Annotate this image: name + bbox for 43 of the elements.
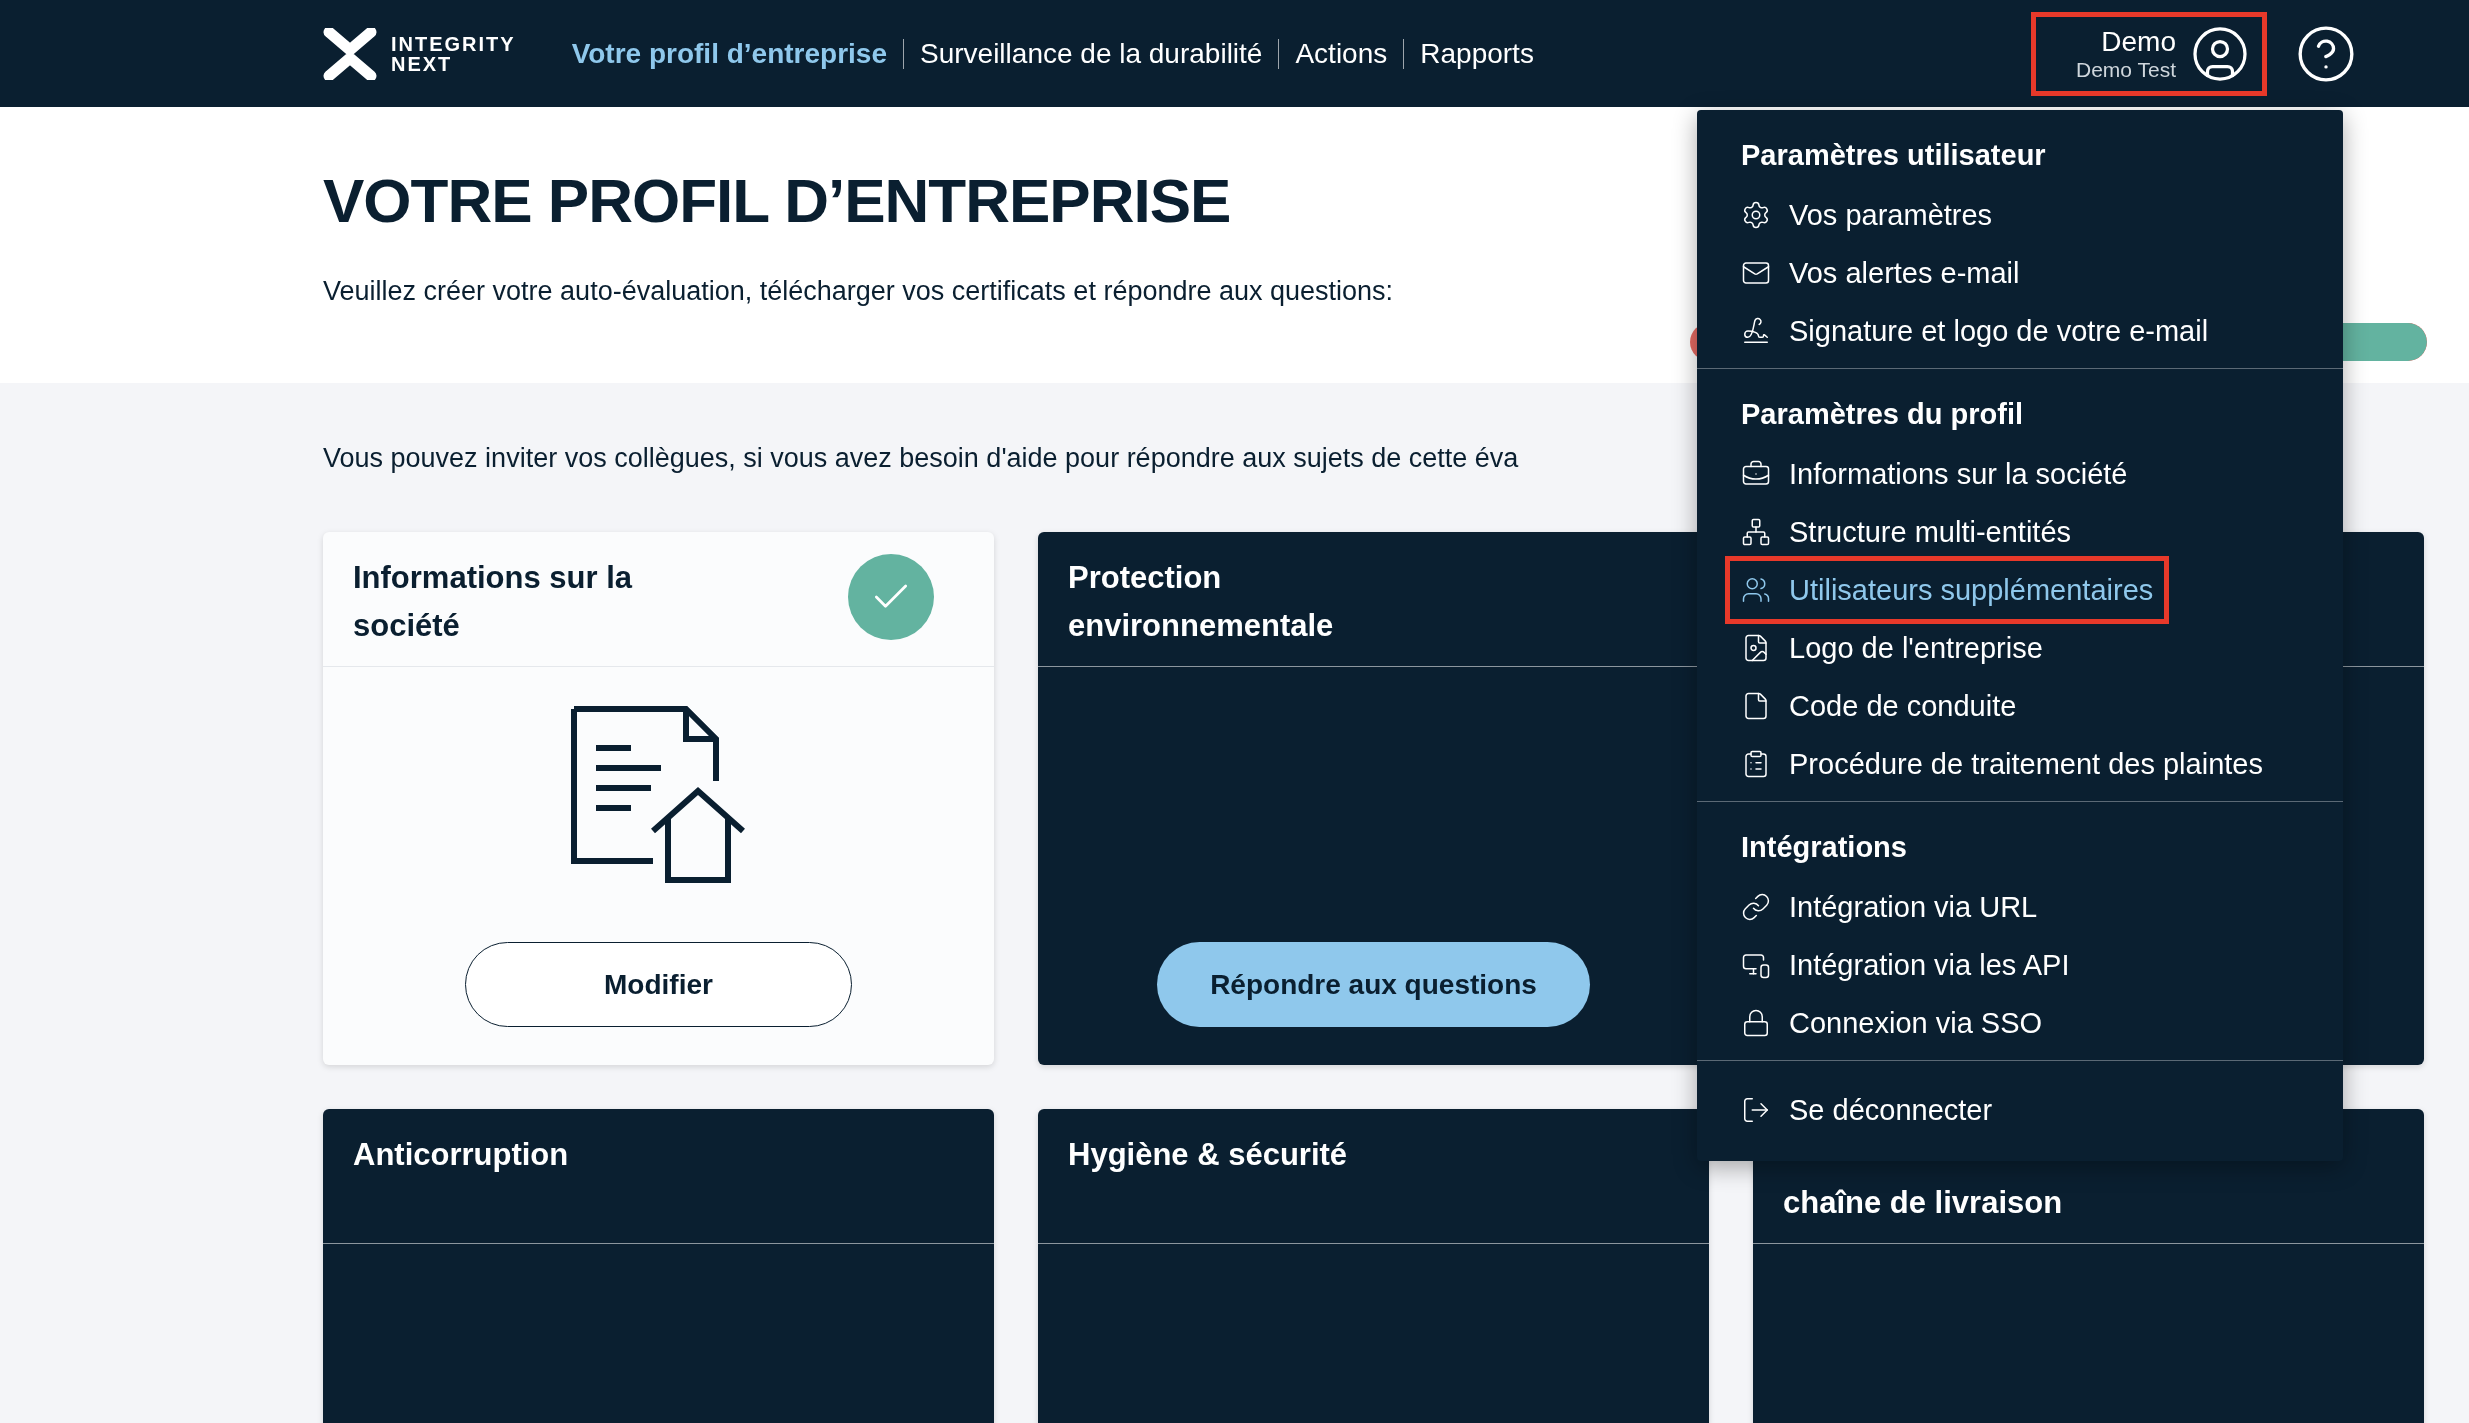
user-name: Demo bbox=[2101, 25, 2176, 58]
menu-heading: Paramètres utilisateur bbox=[1740, 138, 2047, 173]
logout-icon bbox=[1741, 1095, 1771, 1125]
logo-text: INTEGRITY NEXT bbox=[391, 33, 516, 74]
nav-link[interactable]: Rapports bbox=[1403, 38, 1550, 69]
menu-item[interactable]: Vos paramètres bbox=[1730, 186, 2004, 244]
document-house-icon bbox=[570, 706, 747, 884]
nav-link[interactable]: Votre profil d’entreprise bbox=[555, 38, 903, 69]
menu-item[interactable]: Intégration via URL bbox=[1730, 878, 2049, 936]
company-name: Demo Test bbox=[2076, 57, 2176, 82]
menu-item[interactable]: Signature et logo de votre e-mail bbox=[1730, 302, 2220, 360]
logo-icon bbox=[323, 27, 377, 80]
menu-item[interactable]: Procédure de traitement des plaintes bbox=[1730, 735, 2274, 793]
invite-text: Vous pouvez inviter vos collègues, si vous avez besoin d'aide pour répondre aux sujets de cette éva bbox=[323, 443, 1519, 474]
menu-item[interactable]: Vos alertes e-mail bbox=[1730, 244, 2031, 302]
hierarchy-icon bbox=[1741, 517, 1771, 547]
menu-item[interactable]: Informations sur la société bbox=[1730, 445, 2139, 503]
nav-link[interactable]: Actions bbox=[1278, 38, 1404, 69]
card-title: chaîne de livraison bbox=[1783, 1184, 2064, 1222]
signature-icon bbox=[1741, 316, 1771, 346]
card-title: Anticorruption bbox=[353, 1136, 570, 1174]
menu-item[interactable]: Utilisateurs supplémentaires bbox=[1730, 561, 2165, 619]
card-title: Hygiène & sécurité bbox=[1068, 1136, 1349, 1174]
card-title: Informations sur la société bbox=[353, 559, 634, 645]
menu-heading: Paramètres du profil bbox=[1740, 397, 2025, 432]
menu-item[interactable]: Se déconnecter bbox=[1730, 1081, 2004, 1139]
menu-item[interactable]: Structure multi-entités bbox=[1730, 503, 2083, 561]
page-title: VOTRE PROFIL D’ENTREPRISE bbox=[323, 165, 1231, 236]
gear-icon bbox=[1741, 200, 1771, 230]
answer-button[interactable]: Répondre aux questions bbox=[1157, 942, 1590, 1027]
link-icon bbox=[1741, 892, 1771, 922]
menu-heading: Intégrations bbox=[1740, 830, 1908, 865]
users-icon bbox=[1741, 575, 1771, 605]
lock-icon bbox=[1741, 1008, 1771, 1038]
menu-item[interactable]: Code de conduite bbox=[1730, 677, 2028, 735]
card-title: Protection environnementale bbox=[1068, 559, 1335, 645]
menu-item[interactable]: Logo de l'entreprise bbox=[1730, 619, 2054, 677]
menu-item[interactable]: Connexion via SSO bbox=[1730, 994, 2054, 1052]
user-menu[interactable]: Demo Demo Test bbox=[2031, 11, 2267, 96]
nav-link[interactable]: Surveillance de la durabilité bbox=[903, 38, 1279, 69]
page-subtitle: Veuillez créer votre auto-évaluation, télécharger vos certificats et répondre aux questions: bbox=[323, 276, 1394, 307]
menu-item[interactable]: Intégration via les API bbox=[1730, 936, 2081, 994]
edit-button[interactable]: Modifier bbox=[465, 942, 852, 1027]
